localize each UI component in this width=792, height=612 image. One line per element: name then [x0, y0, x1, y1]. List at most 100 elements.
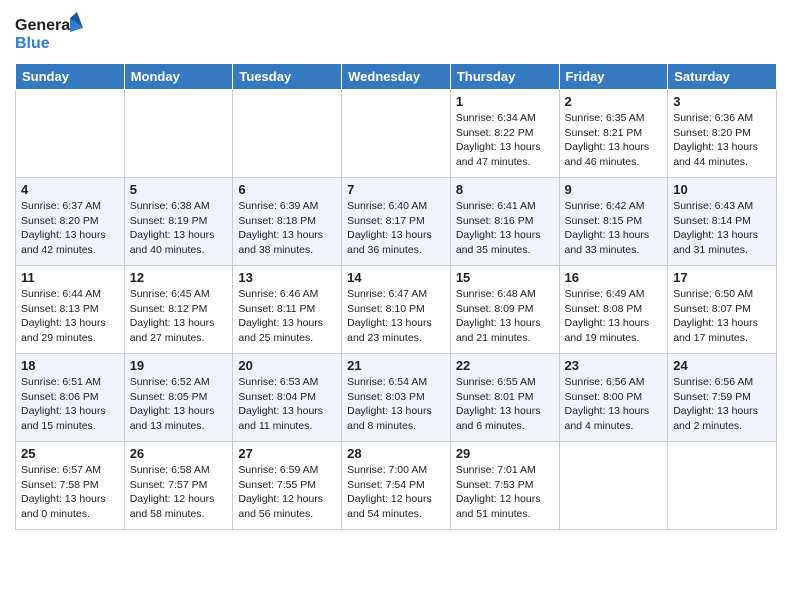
calendar-cell — [16, 90, 125, 178]
calendar-week-1: 1 Sunrise: 6:34 AM Sunset: 8:22 PM Daylig… — [16, 90, 777, 178]
weekday-header-monday: Monday — [124, 64, 233, 90]
day-number: 10 — [673, 182, 771, 197]
day-info: Sunrise: 6:36 AM Sunset: 8:20 PM Dayligh… — [673, 111, 771, 170]
calendar-cell: 7 Sunrise: 6:40 AM Sunset: 8:17 PM Daylig… — [342, 178, 451, 266]
calendar-cell: 22 Sunrise: 6:55 AM Sunset: 8:01 PM Dayli… — [450, 354, 559, 442]
day-number: 12 — [130, 270, 228, 285]
day-info: Sunrise: 6:53 AM Sunset: 8:04 PM Dayligh… — [238, 375, 336, 434]
calendar-cell: 15 Sunrise: 6:48 AM Sunset: 8:09 PM Dayli… — [450, 266, 559, 354]
weekday-header-tuesday: Tuesday — [233, 64, 342, 90]
header-row: SundayMondayTuesdayWednesdayThursdayFrid… — [16, 64, 777, 90]
day-info: Sunrise: 6:56 AM Sunset: 7:59 PM Dayligh… — [673, 375, 771, 434]
calendar-cell: 23 Sunrise: 6:56 AM Sunset: 8:00 PM Dayli… — [559, 354, 668, 442]
day-number: 26 — [130, 446, 228, 461]
weekday-header-wednesday: Wednesday — [342, 64, 451, 90]
day-info: Sunrise: 6:49 AM Sunset: 8:08 PM Dayligh… — [565, 287, 663, 346]
calendar-cell: 4 Sunrise: 6:37 AM Sunset: 8:20 PM Daylig… — [16, 178, 125, 266]
day-number: 28 — [347, 446, 445, 461]
day-info: Sunrise: 6:57 AM Sunset: 7:58 PM Dayligh… — [21, 463, 119, 522]
calendar-cell: 8Sunrise: 6:41 AM Sunset: 8:16 PM Daylig… — [450, 178, 559, 266]
day-info: Sunrise: 6:51 AM Sunset: 8:06 PM Dayligh… — [21, 375, 119, 434]
day-number: 16 — [565, 270, 663, 285]
calendar-cell: 1 Sunrise: 6:34 AM Sunset: 8:22 PM Daylig… — [450, 90, 559, 178]
calendar-cell: 28 Sunrise: 7:00 AM Sunset: 7:54 PM Dayli… — [342, 442, 451, 530]
weekday-header-friday: Friday — [559, 64, 668, 90]
calendar-cell: 19Sunrise: 6:52 AM Sunset: 8:05 PM Dayli… — [124, 354, 233, 442]
day-number: 24 — [673, 358, 771, 373]
weekday-header-sunday: Sunday — [16, 64, 125, 90]
calendar-cell: 6Sunrise: 6:39 AM Sunset: 8:18 PM Daylig… — [233, 178, 342, 266]
calendar-cell — [342, 90, 451, 178]
day-info: Sunrise: 6:37 AM Sunset: 8:20 PM Dayligh… — [21, 199, 119, 258]
day-number: 15 — [456, 270, 554, 285]
page-header: GeneralBlue — [15, 10, 777, 55]
calendar-cell: 29 Sunrise: 7:01 AM Sunset: 7:53 PM Dayli… — [450, 442, 559, 530]
day-info: Sunrise: 6:46 AM Sunset: 8:11 PM Dayligh… — [238, 287, 336, 346]
weekday-header-thursday: Thursday — [450, 64, 559, 90]
day-number: 7 — [347, 182, 445, 197]
day-info: Sunrise: 6:48 AM Sunset: 8:09 PM Dayligh… — [456, 287, 554, 346]
day-number: 29 — [456, 446, 554, 461]
day-number: 23 — [565, 358, 663, 373]
day-info: Sunrise: 6:44 AM Sunset: 8:13 PM Dayligh… — [21, 287, 119, 346]
day-info: Sunrise: 6:45 AM Sunset: 8:12 PM Dayligh… — [130, 287, 228, 346]
calendar-cell: 2 Sunrise: 6:35 AM Sunset: 8:21 PM Daylig… — [559, 90, 668, 178]
day-info: Sunrise: 6:55 AM Sunset: 8:01 PM Dayligh… — [456, 375, 554, 434]
svg-text:General: General — [15, 17, 75, 34]
calendar-cell: 5Sunrise: 6:38 AM Sunset: 8:19 PM Daylig… — [124, 178, 233, 266]
day-number: 27 — [238, 446, 336, 461]
day-number: 14 — [347, 270, 445, 285]
calendar-cell: 3 Sunrise: 6:36 AM Sunset: 8:20 PM Daylig… — [668, 90, 777, 178]
day-number: 3 — [673, 94, 771, 109]
calendar-cell — [124, 90, 233, 178]
calendar-cell — [559, 442, 668, 530]
day-number: 1 — [456, 94, 554, 109]
calendar-week-4: 18 Sunrise: 6:51 AM Sunset: 8:06 PM Dayli… — [16, 354, 777, 442]
calendar-cell: 27 Sunrise: 6:59 AM Sunset: 7:55 PM Dayli… — [233, 442, 342, 530]
day-info: Sunrise: 6:40 AM Sunset: 8:17 PM Dayligh… — [347, 199, 445, 258]
calendar-cell — [233, 90, 342, 178]
day-number: 9 — [565, 182, 663, 197]
day-number: 18 — [21, 358, 119, 373]
day-number: 2 — [565, 94, 663, 109]
calendar-cell: 18 Sunrise: 6:51 AM Sunset: 8:06 PM Dayli… — [16, 354, 125, 442]
calendar-cell: 14 Sunrise: 6:47 AM Sunset: 8:10 PM Dayli… — [342, 266, 451, 354]
day-info: Sunrise: 6:35 AM Sunset: 8:21 PM Dayligh… — [565, 111, 663, 170]
day-info: Sunrise: 7:01 AM Sunset: 7:53 PM Dayligh… — [456, 463, 554, 522]
day-number: 17 — [673, 270, 771, 285]
calendar-cell: 12 Sunrise: 6:45 AM Sunset: 8:12 PM Dayli… — [124, 266, 233, 354]
day-info: Sunrise: 6:34 AM Sunset: 8:22 PM Dayligh… — [456, 111, 554, 170]
calendar-cell: 21Sunrise: 6:54 AM Sunset: 8:03 PM Dayli… — [342, 354, 451, 442]
calendar-cell: 13 Sunrise: 6:46 AM Sunset: 8:11 PM Dayli… — [233, 266, 342, 354]
calendar-cell: 17 Sunrise: 6:50 AM Sunset: 8:07 PM Dayli… — [668, 266, 777, 354]
weekday-header-saturday: Saturday — [668, 64, 777, 90]
day-number: 4 — [21, 182, 119, 197]
day-info: Sunrise: 6:56 AM Sunset: 8:00 PM Dayligh… — [565, 375, 663, 434]
day-number: 21 — [347, 358, 445, 373]
day-info: Sunrise: 6:52 AM Sunset: 8:05 PM Dayligh… — [130, 375, 228, 434]
calendar-cell: 26Sunrise: 6:58 AM Sunset: 7:57 PM Dayli… — [124, 442, 233, 530]
calendar-cell: 20 Sunrise: 6:53 AM Sunset: 8:04 PM Dayli… — [233, 354, 342, 442]
calendar-cell: 16 Sunrise: 6:49 AM Sunset: 8:08 PM Dayli… — [559, 266, 668, 354]
calendar-cell: 11 Sunrise: 6:44 AM Sunset: 8:13 PM Dayli… — [16, 266, 125, 354]
day-number: 22 — [456, 358, 554, 373]
logo-svg: GeneralBlue — [15, 10, 85, 55]
day-info: Sunrise: 6:50 AM Sunset: 8:07 PM Dayligh… — [673, 287, 771, 346]
day-number: 20 — [238, 358, 336, 373]
day-info: Sunrise: 6:59 AM Sunset: 7:55 PM Dayligh… — [238, 463, 336, 522]
day-number: 13 — [238, 270, 336, 285]
calendar-cell: 25 Sunrise: 6:57 AM Sunset: 7:58 PM Dayli… — [16, 442, 125, 530]
calendar-table: SundayMondayTuesdayWednesdayThursdayFrid… — [15, 63, 777, 530]
day-info: Sunrise: 6:47 AM Sunset: 8:10 PM Dayligh… — [347, 287, 445, 346]
day-number: 11 — [21, 270, 119, 285]
logo: GeneralBlue — [15, 10, 85, 55]
day-info: Sunrise: 6:38 AM Sunset: 8:19 PM Dayligh… — [130, 199, 228, 258]
day-info: Sunrise: 7:00 AM Sunset: 7:54 PM Dayligh… — [347, 463, 445, 522]
calendar-cell: 9 Sunrise: 6:42 AM Sunset: 8:15 PM Daylig… — [559, 178, 668, 266]
calendar-cell — [668, 442, 777, 530]
day-info: Sunrise: 6:42 AM Sunset: 8:15 PM Dayligh… — [565, 199, 663, 258]
day-info: Sunrise: 6:41 AM Sunset: 8:16 PM Dayligh… — [456, 199, 554, 258]
calendar-week-3: 11 Sunrise: 6:44 AM Sunset: 8:13 PM Dayli… — [16, 266, 777, 354]
day-number: 25 — [21, 446, 119, 461]
day-info: Sunrise: 6:39 AM Sunset: 8:18 PM Dayligh… — [238, 199, 336, 258]
